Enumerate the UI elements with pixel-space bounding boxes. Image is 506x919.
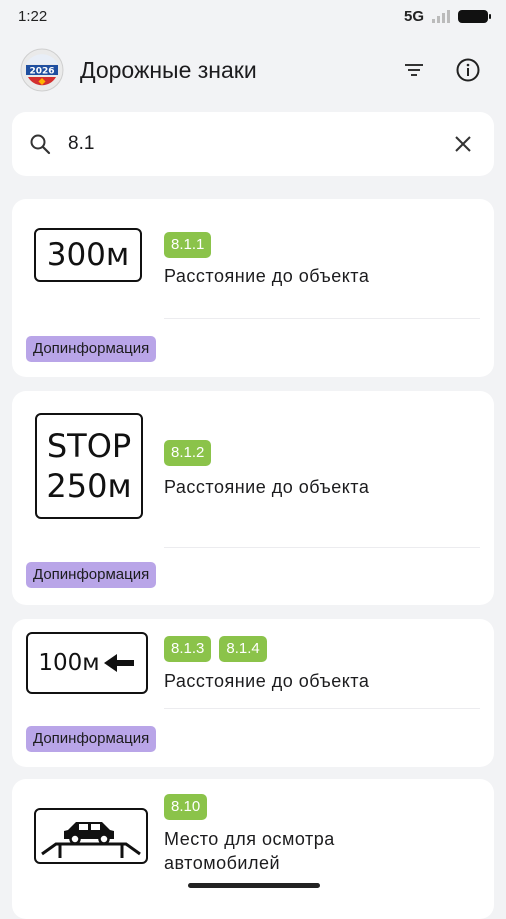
sign-codes: 8.10 (164, 794, 208, 820)
search-bar[interactable]: 8.1 (12, 112, 494, 176)
sign-card[interactable]: STOP 250м 8.1.2 Расстояние до объекта До… (12, 391, 494, 605)
sign-title: Расстояние до объекта (164, 266, 370, 286)
sign-card[interactable]: 100м 8.1.3 8.1.4 Расстояние до объекта Д… (12, 619, 494, 767)
sign-image-text: 100м (38, 650, 100, 676)
sign-image-text: 300м (46, 237, 130, 273)
status-time: 1:22 (18, 7, 48, 25)
sign-card[interactable]: 300м 8.1.1 Расстояние до объекта Допинфо… (12, 199, 494, 377)
search-icon (30, 134, 51, 155)
sign-image: 300м (34, 228, 142, 282)
sign-image (34, 808, 148, 864)
sign-code-badge: 8.1.1 (164, 232, 212, 258)
car-inspection-icon (41, 822, 141, 858)
page-title: Дорожные знаки (80, 56, 257, 83)
clear-search-button[interactable] (448, 129, 478, 159)
sign-code-badge: 8.1.4 (219, 636, 267, 662)
sign-title: Расстояние до объекта (164, 671, 370, 691)
arrow-left-icon (103, 654, 134, 672)
status-icons: 5G (403, 7, 491, 25)
sign-title: Место для осмотра автомобилей (164, 827, 335, 875)
info-icon (456, 58, 480, 82)
network-label: 5G (403, 7, 424, 25)
close-icon (455, 136, 471, 152)
category-tag[interactable]: Допинформация (26, 336, 157, 362)
sign-title-line: автомобилей (164, 853, 281, 873)
battery-icon (458, 9, 491, 23)
sign-image: STOP 250м (35, 413, 143, 519)
home-indicator[interactable] (188, 883, 320, 888)
sign-codes: 8.1.3 8.1.4 (164, 636, 267, 662)
sign-code-badge: 8.10 (164, 794, 208, 820)
sign-image-text: STOP (46, 427, 132, 465)
sign-codes: 8.1.1 (164, 232, 212, 258)
signal-icon (432, 9, 450, 23)
sign-code-badge: 8.1.2 (164, 440, 212, 466)
sign-title-line: Место для осмотра (164, 829, 335, 849)
sign-title: Расстояние до объекта (164, 477, 370, 497)
filter-icon (405, 64, 423, 76)
category-tag[interactable]: Допинформация (26, 726, 157, 752)
divider (164, 318, 480, 319)
category-tag[interactable]: Допинформация (26, 562, 157, 588)
app-bar: 2026 Дорожные знаки (0, 40, 506, 100)
sign-card[interactable]: 8.10 Место для осмотра автомобилей (12, 779, 494, 919)
info-button[interactable] (450, 52, 486, 88)
sign-code-badge: 8.1.3 (164, 636, 212, 662)
sign-image: 100м (26, 632, 148, 694)
sign-image-text: 250м (46, 467, 132, 505)
filter-button[interactable] (396, 52, 432, 88)
search-input[interactable]: 8.1 (68, 133, 448, 155)
svg-text:2026: 2026 (29, 67, 54, 77)
divider (164, 708, 480, 709)
app-logo-icon: 2026 (20, 48, 64, 92)
sign-codes: 8.1.2 (164, 440, 212, 466)
status-bar: 1:22 5G (0, 0, 506, 32)
divider (164, 547, 480, 548)
